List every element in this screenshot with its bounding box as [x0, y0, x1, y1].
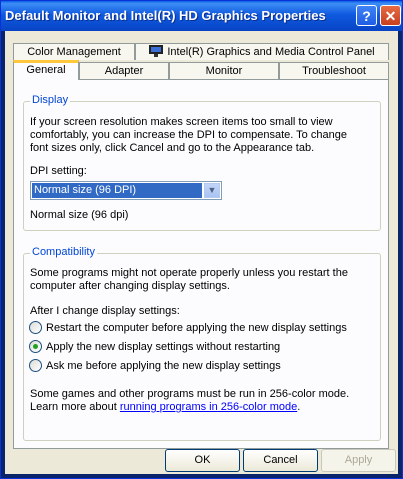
tab-intel-graphics[interactable]: Intel(R) Graphics and Media Control Pane…	[135, 43, 389, 60]
after-change-label: After I change display settings:	[30, 305, 180, 317]
tab-label: Adapter	[104, 65, 144, 77]
learn-more-prefix: Learn more about	[30, 401, 120, 413]
apply-button[interactable]: Apply	[321, 449, 396, 472]
cancel-button[interactable]: Cancel	[243, 449, 318, 472]
tab-color-management[interactable]: Color Management	[13, 43, 135, 60]
learn-more-suffix: .	[297, 401, 301, 413]
compatibility-description: Some programs might not operate properly…	[30, 267, 348, 292]
title-bar[interactable]: Default Monitor and Intel(R) HD Graphics…	[1, 1, 402, 31]
ok-button[interactable]: OK	[165, 449, 240, 472]
tab-monitor[interactable]: Monitor	[169, 62, 279, 79]
dpi-setting-dropdown[interactable]: Normal size (96 DPI) ▼	[30, 181, 222, 200]
properties-window: Default Monitor and Intel(R) HD Graphics…	[0, 0, 403, 479]
radio-label: Ask me before applying the new display s…	[46, 360, 281, 372]
learn-more-line: Learn more about running programs in 256…	[30, 401, 300, 414]
intel-graphics-icon	[149, 45, 164, 57]
tab-label: Monitor	[205, 65, 243, 77]
games-note: Some games and other programs must be ru…	[30, 388, 350, 400]
compatibility-legend: Compatibility	[30, 246, 97, 258]
tab-label: General	[26, 64, 66, 76]
radio-button[interactable]	[29, 359, 42, 372]
display-description: If your screen resolution makes screen i…	[30, 116, 347, 154]
close-button[interactable]: ✕	[380, 5, 401, 26]
tab-label: Color Management	[27, 46, 121, 58]
tab-label: Troubleshoot	[302, 65, 366, 77]
tab-label: Intel(R) Graphics and Media Control Pane…	[167, 46, 375, 58]
radio-button[interactable]	[29, 321, 42, 334]
tab-adapter[interactable]: Adapter	[79, 62, 169, 79]
radio-label: Restart the computer before applying the…	[46, 322, 347, 334]
dpi-selected-value: Normal size (96 DPI)	[32, 183, 202, 198]
help-button[interactable]: ?	[356, 5, 377, 26]
learn-more-link[interactable]: running programs in 256-color mode	[120, 401, 297, 413]
chevron-down-icon[interactable]: ▼	[204, 183, 220, 198]
tab-troubleshoot[interactable]: Troubleshoot	[279, 62, 389, 79]
radio-button[interactable]	[29, 340, 42, 353]
tab-general[interactable]: General	[13, 60, 79, 80]
dpi-setting-label: DPI setting:	[30, 165, 87, 177]
dialog-body: Color Management Intel(R) Graphics and M…	[5, 31, 398, 474]
window-title: Default Monitor and Intel(R) HD Graphics…	[5, 8, 326, 23]
dpi-note: Normal size (96 dpi)	[30, 209, 129, 221]
display-legend: Display	[30, 94, 71, 106]
radio-label: Apply the new display settings without r…	[46, 341, 281, 353]
radio-selected-dot	[33, 344, 38, 349]
